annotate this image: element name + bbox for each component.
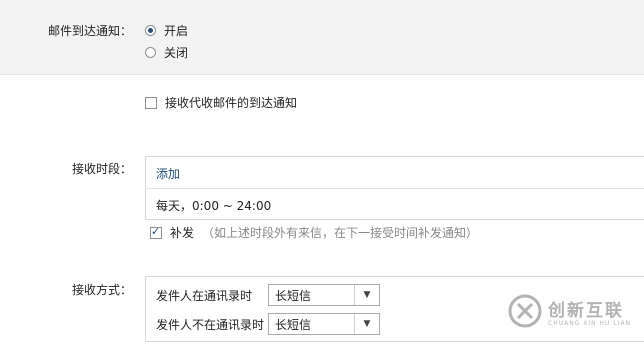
notify-label: 邮件到达通知： bbox=[47, 24, 132, 38]
period-label: 接收时段： bbox=[71, 162, 132, 176]
dropdown-arrow-icon[interactable]: ▼ bbox=[354, 285, 379, 305]
method-row-in-contacts: 发件人在通讯录时 长短信 ▼ bbox=[156, 284, 380, 306]
method-label: 接收方式： bbox=[71, 283, 132, 297]
proxy-notify-label: 接收代收邮件的到达通知 bbox=[165, 96, 298, 110]
period-time-text: 每天，0:00 ~ 24:00 bbox=[156, 199, 272, 213]
period-box: 添加 每天，0:00 ~ 24:00 bbox=[145, 156, 644, 220]
brand-logo-icon bbox=[508, 294, 542, 328]
notify-on-option[interactable]: 开启 bbox=[145, 22, 188, 39]
notify-on-radio[interactable] bbox=[145, 25, 156, 36]
resend-checkbox[interactable] bbox=[150, 225, 162, 239]
notify-on-label: 开启 bbox=[164, 24, 189, 38]
dropdown-arrow-icon[interactable]: ▼ bbox=[354, 314, 379, 334]
method-select-not-in-contacts[interactable]: 长短信 ▼ bbox=[268, 313, 380, 335]
resend-label: 补发 bbox=[170, 226, 195, 240]
method-select-value: 长短信 bbox=[275, 317, 312, 332]
add-period-link[interactable]: 添加 bbox=[156, 165, 180, 182]
notify-off-option[interactable]: 关闭 bbox=[145, 44, 188, 61]
resend-hint: （如上述时段外有来信，在下一接受时间补发通知） bbox=[202, 226, 479, 240]
proxy-notify-option[interactable]: 接收代收邮件的到达通知 bbox=[145, 94, 297, 111]
brand-watermark: 创新互联 CHUANG XIN HU LIAN bbox=[508, 290, 644, 345]
proxy-notify-checkbox[interactable] bbox=[145, 96, 157, 109]
brand-watermark-subtext: CHUANG XIN HU LIAN bbox=[548, 320, 632, 327]
resend-option[interactable]: 补发 （如上述时段外有来信，在下一接受时间补发通知） bbox=[150, 224, 478, 241]
method-row-not-in-contacts: 发件人不在通讯录时 长短信 ▼ bbox=[156, 313, 380, 335]
notify-off-radio[interactable] bbox=[145, 47, 156, 58]
method-row-label: 发件人在通讯录时 bbox=[156, 288, 253, 303]
brand-watermark-text: 创新互联 bbox=[548, 301, 624, 321]
method-select-value: 长短信 bbox=[275, 288, 312, 303]
notify-off-label: 关闭 bbox=[164, 46, 189, 60]
period-divider bbox=[146, 188, 644, 189]
method-select-in-contacts[interactable]: 长短信 ▼ bbox=[268, 284, 380, 306]
method-row-label: 发件人不在通讯录时 bbox=[156, 317, 265, 332]
